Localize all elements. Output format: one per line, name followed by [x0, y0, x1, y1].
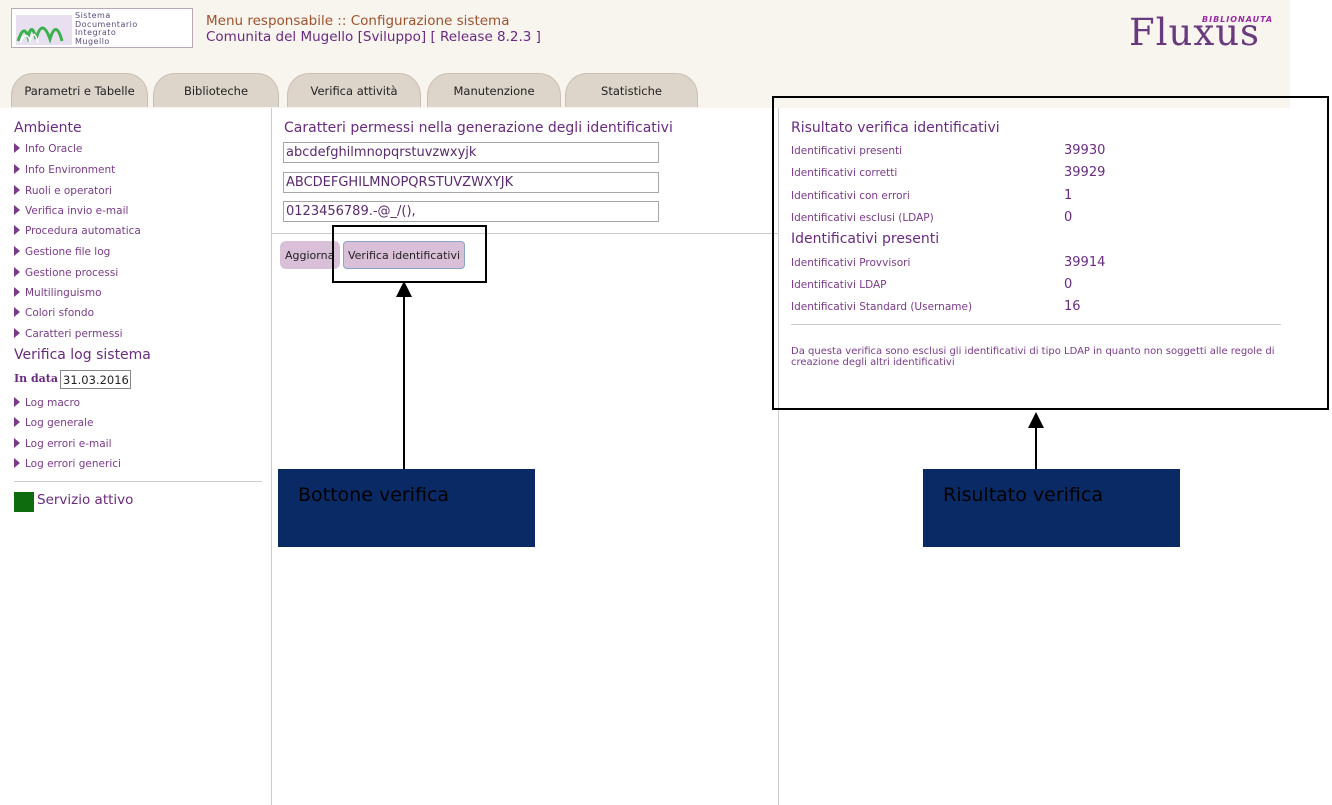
page-title: Menu responsabile :: Configurazione sist… — [206, 13, 510, 29]
triangle-right-icon — [14, 143, 20, 153]
logo-line: Mugello — [75, 36, 110, 46]
status-indicator-icon — [14, 492, 34, 512]
tab-parametri-tabelle[interactable]: Parametri e Tabelle — [11, 73, 148, 107]
arrow-line — [403, 296, 405, 470]
date-label: In data — [14, 372, 58, 385]
lowercase-chars-input[interactable] — [283, 142, 659, 163]
symbols-chars-input[interactable] — [283, 201, 659, 222]
triangle-right-icon — [14, 287, 20, 297]
aggiorna-button[interactable]: Aggiorna — [280, 241, 340, 269]
status-text: Servizio attivo — [37, 492, 134, 508]
triangle-right-icon — [14, 438, 20, 448]
sidebar-item-ruoli-operatori[interactable]: Ruoli e operatori — [14, 184, 112, 198]
triangle-right-icon — [14, 458, 20, 468]
biblionauta-tag: BIBLIONAUTA — [1202, 15, 1274, 24]
result-highlight-frame — [772, 96, 1329, 410]
result-callout: Risultato verifica — [923, 469, 1180, 547]
sidebar-item-info-environment[interactable]: Info Environment — [14, 163, 115, 177]
sidebar-item-log-macro[interactable]: Log macro — [14, 396, 80, 410]
sidebar-item-log-generale[interactable]: Log generale — [14, 416, 93, 430]
arrow-up-icon — [396, 281, 412, 297]
section-verifica-log: Verifica log sistema — [14, 347, 151, 363]
tab-manutenzione[interactable]: Manutenzione — [427, 73, 561, 107]
triangle-right-icon — [14, 205, 20, 215]
button-callout: Bottone verifica — [278, 469, 535, 547]
characters-title: Caratteri permessi nella generazione deg… — [284, 120, 673, 136]
sidebar-item-colori-sfondo[interactable]: Colori sfondo — [14, 306, 94, 320]
sidebar-item-log-errori-email[interactable]: Log errori e-mail — [14, 437, 112, 451]
tab-biblioteche[interactable]: Biblioteche — [153, 73, 279, 107]
triangle-right-icon — [14, 246, 20, 256]
sdiam-logo: Sistema Documentario Integrato Mugello — [11, 8, 193, 48]
tab-verifica-attivita[interactable]: Verifica attività — [287, 73, 421, 107]
triangle-right-icon — [14, 307, 20, 317]
sidebar-item-gestione-file-log[interactable]: Gestione file log — [14, 245, 110, 259]
uppercase-chars-input[interactable] — [283, 172, 659, 193]
triangle-right-icon — [14, 185, 20, 195]
characters-panel: Caratteri permessi nella generazione deg… — [272, 108, 779, 805]
triangle-right-icon — [14, 267, 20, 277]
sidebar-divider — [14, 481, 262, 482]
sidebar: Ambiente Info Oracle Info Environment Ru… — [0, 108, 272, 805]
sidebar-item-info-oracle[interactable]: Info Oracle — [14, 142, 82, 156]
triangle-right-icon — [14, 417, 20, 427]
section-ambiente: Ambiente — [14, 120, 82, 136]
sidebar-item-verifica-invio-email[interactable]: Verifica invio e-mail — [14, 204, 128, 218]
arrow-line — [1035, 427, 1037, 470]
page-subtitle: Comunita del Mugello [Sviluppo] [ Releas… — [206, 29, 541, 45]
triangle-right-icon — [14, 164, 20, 174]
sidebar-item-gestione-processi[interactable]: Gestione processi — [14, 266, 118, 280]
tab-statistiche[interactable]: Statistiche — [565, 73, 698, 107]
button-highlight-frame — [332, 225, 487, 283]
sidebar-item-log-errori-generici[interactable]: Log errori generici — [14, 457, 121, 471]
arrow-up-icon — [1028, 412, 1044, 428]
triangle-right-icon — [14, 397, 20, 407]
sidebar-item-multilinguismo[interactable]: Multilinguismo — [14, 286, 102, 300]
logo-mark-icon — [16, 15, 72, 45]
sidebar-item-procedura-automatica[interactable]: Procedura automatica — [14, 224, 141, 238]
sidebar-item-caratteri-permessi[interactable]: Caratteri permessi — [14, 327, 123, 341]
triangle-right-icon — [14, 225, 20, 235]
app-header: Sistema Documentario Integrato Mugello M… — [0, 0, 1290, 108]
triangle-right-icon — [14, 328, 20, 338]
date-input[interactable] — [60, 370, 131, 389]
